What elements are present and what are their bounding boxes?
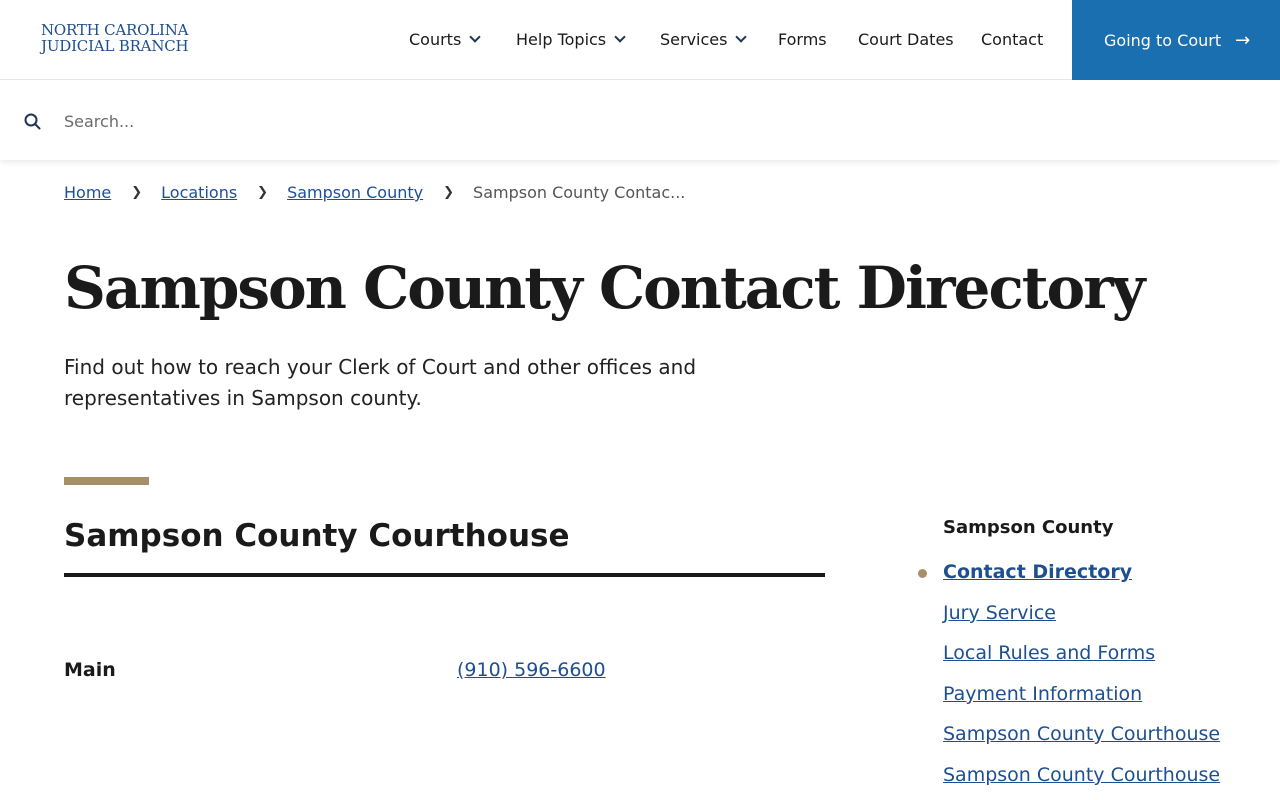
section-accent-bar <box>64 477 149 485</box>
chevron-right-icon: ❯ <box>257 185 269 200</box>
chevron-down-icon <box>469 31 481 43</box>
sidebar-link-courthouse-2[interactable]: Sampson County Courthouse <box>943 764 1220 786</box>
section-divider <box>64 573 825 577</box>
chevron-right-icon: ❯ <box>443 185 455 200</box>
nav-court-dates[interactable]: Court Dates <box>858 30 954 49</box>
search-bar <box>0 81 1280 160</box>
logo-line-1: NORTH CAROLINA <box>41 21 189 39</box>
nav-services[interactable]: Services <box>660 30 748 49</box>
breadcrumb-home[interactable]: Home <box>64 183 111 202</box>
sidebar-link-courthouse[interactable]: Sampson County Courthouse <box>943 723 1220 745</box>
site-header: NORTH CAROLINA JUDICIAL BRANCH Courts He… <box>0 0 1280 80</box>
nav-help-topics-label: Help Topics <box>516 30 607 49</box>
breadcrumb-sampson-county[interactable]: Sampson County <box>287 183 423 202</box>
page-title: Sampson County Contact Directory <box>64 254 1145 322</box>
going-to-court-button[interactable]: Going to Court → <box>1072 0 1280 80</box>
active-indicator-dot <box>918 569 927 578</box>
nav-services-label: Services <box>660 30 728 49</box>
nav-contact[interactable]: Contact <box>981 30 1043 49</box>
nav-forms[interactable]: Forms <box>778 30 827 49</box>
nav-court-dates-label: Court Dates <box>858 30 954 49</box>
chevron-down-icon <box>735 31 748 43</box>
logo-line-2: JUDICIAL BRANCH <box>41 37 189 55</box>
sidebar-link-contact-directory[interactable]: Contact Directory <box>943 561 1132 583</box>
sidebar-link-local-rules[interactable]: Local Rules and Forms <box>943 642 1155 664</box>
nav-contact-label: Contact <box>981 30 1044 49</box>
nav-forms-label: Forms <box>778 30 827 49</box>
sidebar-link-jury-service[interactable]: Jury Service <box>943 602 1056 624</box>
breadcrumb-current: Sampson County Contac... <box>473 183 686 202</box>
section-title: Sampson County Courthouse <box>64 518 570 554</box>
breadcrumb: Home ❯ Locations ❯ Sampson County ❯ Samp… <box>64 183 685 202</box>
nav-courts-label: Courts <box>409 30 462 49</box>
site-logo[interactable]: NORTH CAROLINA JUDICIAL BRANCH <box>41 21 189 55</box>
sidebar-heading: Sampson County <box>943 517 1114 538</box>
going-to-court-label: Going to Court <box>1104 30 1222 50</box>
contact-phone-main[interactable]: (910) 596-6600 <box>457 659 606 681</box>
sidebar-link-payment-info[interactable]: Payment Information <box>943 683 1142 705</box>
page-intro: Find out how to reach your Clerk of Cour… <box>64 355 697 410</box>
nav-courts[interactable]: Courts <box>409 30 481 49</box>
chevron-down-icon <box>614 31 626 43</box>
search-input[interactable] <box>54 103 1234 139</box>
contact-label-main: Main <box>64 659 116 681</box>
arrow-right-icon: → <box>1235 29 1251 51</box>
nav-help-topics[interactable]: Help Topics <box>516 30 626 49</box>
search-icon[interactable] <box>24 113 41 130</box>
breadcrumb-locations[interactable]: Locations <box>161 183 237 202</box>
chevron-right-icon: ❯ <box>131 185 143 200</box>
